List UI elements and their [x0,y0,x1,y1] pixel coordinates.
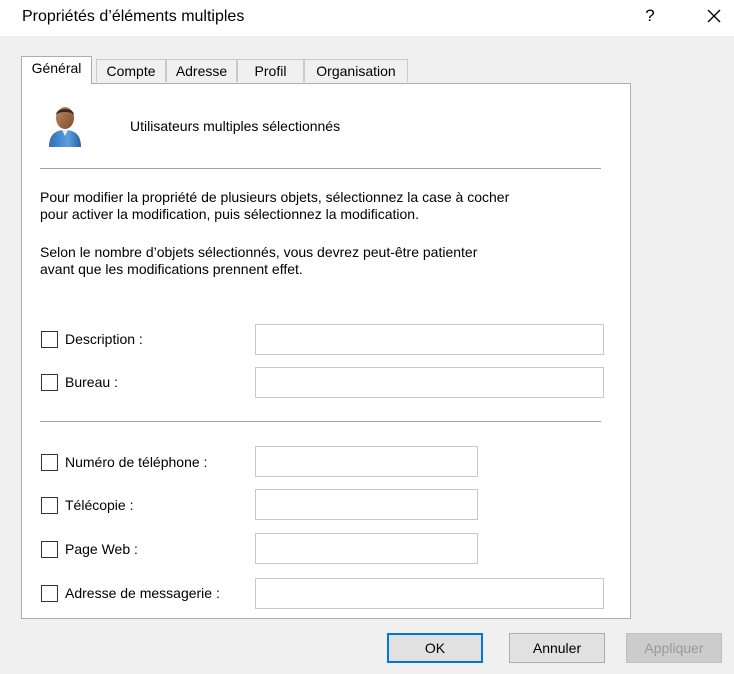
description-label[interactable]: Description : [65,331,143,347]
bureau-checkbox[interactable] [41,374,58,391]
page-web-checkbox[interactable] [41,541,58,558]
telephone-field[interactable] [255,446,478,477]
ok-button[interactable]: OK [387,633,483,663]
bureau-label[interactable]: Bureau : [65,374,118,390]
telecopie-checkbox[interactable] [41,497,58,514]
description-field[interactable] [255,324,604,355]
page-web-field[interactable] [255,533,478,564]
bureau-field[interactable] [255,367,604,398]
form-area: Description : Bureau : Numéro de télépho… [0,0,734,674]
telecopie-field[interactable] [255,489,478,520]
apply-button[interactable]: Appliquer [626,633,722,663]
cancel-button[interactable]: Annuler [509,633,605,663]
telecopie-label[interactable]: Télécopie : [65,497,133,513]
email-label[interactable]: Adresse de messagerie : [65,585,220,601]
description-checkbox[interactable] [41,331,58,348]
telephone-label[interactable]: Numéro de téléphone : [65,454,207,470]
page-web-label[interactable]: Page Web : [65,541,138,557]
separator [40,421,601,422]
email-field[interactable] [255,578,604,609]
email-checkbox[interactable] [41,585,58,602]
telephone-checkbox[interactable] [41,454,58,471]
